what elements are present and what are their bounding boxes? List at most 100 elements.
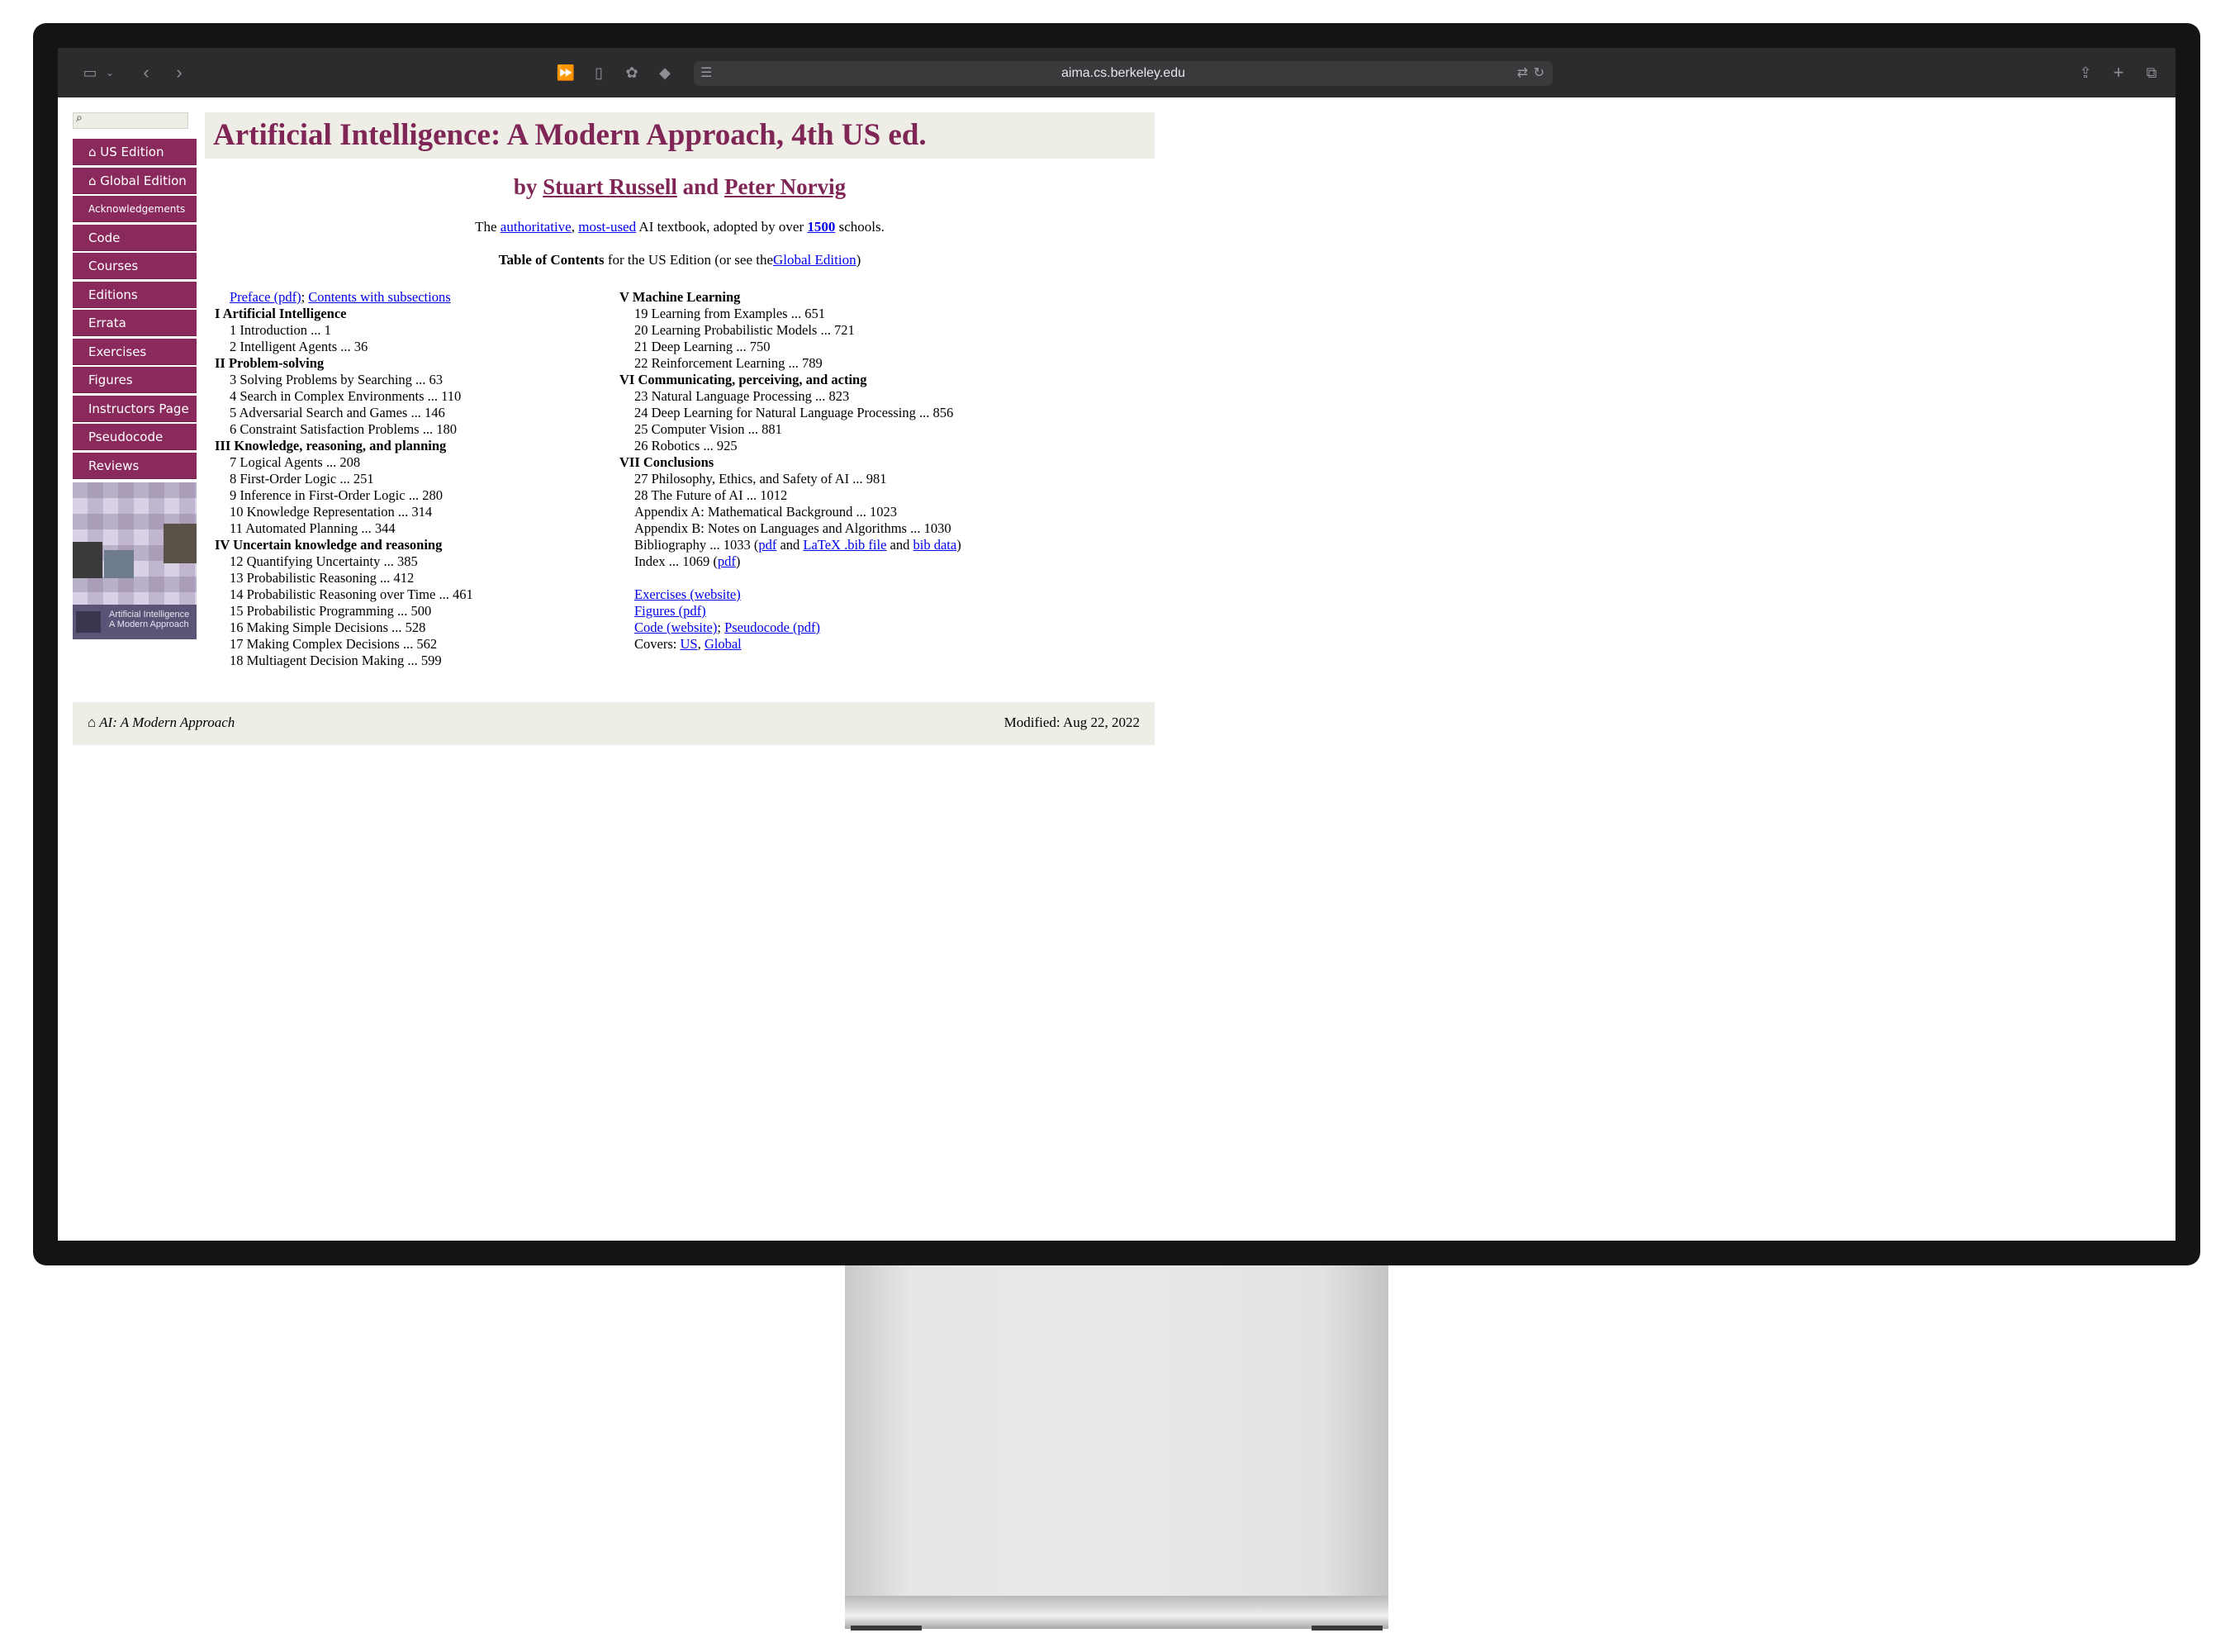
separator: ; bbox=[717, 620, 721, 635]
separator: ; bbox=[301, 289, 306, 305]
byline-and: and bbox=[682, 174, 719, 199]
toc-chapter-row: 3 Solving Problems by Searching ... 63 bbox=[230, 372, 444, 387]
toc-heading-bold: Table of Contents bbox=[498, 252, 605, 268]
sidebar-item-figures[interactable]: Figures bbox=[73, 367, 197, 393]
bib-file-link[interactable]: LaTeX .bib file bbox=[803, 537, 886, 553]
sidebar-item-exercises[interactable]: Exercises bbox=[73, 338, 197, 365]
cover-portrait bbox=[164, 524, 197, 563]
pseudocode-pdf-link[interactable]: Pseudocode (pdf) bbox=[724, 620, 820, 635]
covers-label: Covers: bbox=[634, 636, 677, 652]
sidebar-item-editions[interactable]: Editions bbox=[73, 281, 197, 308]
cover-global-link[interactable]: Global bbox=[705, 636, 742, 652]
chevron-left-icon[interactable]: ‹ bbox=[134, 60, 159, 85]
search-box[interactable]: ⌕ bbox=[73, 112, 188, 129]
bib-data-link[interactable]: bib data bbox=[913, 537, 957, 553]
bibliography-text: Bibliography ... 1033 ( bbox=[634, 537, 759, 553]
footer-home-link[interactable]: ⌂ AI: A Modern Approach bbox=[88, 714, 235, 731]
page-icon[interactable]: ▯ bbox=[586, 60, 611, 85]
code-row: Code (website); Pseudocode (pdf) bbox=[619, 620, 961, 636]
sidebar-item-code[interactable]: Code bbox=[73, 224, 197, 251]
sidebar-item-instructors-page[interactable]: Instructors Page bbox=[73, 395, 197, 422]
sidebar-item-us-edition[interactable]: ⌂ US Edition bbox=[73, 139, 197, 165]
toc-part-heading: I Artificial Intelligence bbox=[215, 306, 347, 321]
url-text[interactable]: aima.cs.berkeley.edu bbox=[694, 61, 1553, 86]
toc-chapter-row: 17 Making Complex Decisions ... 562 bbox=[230, 636, 438, 652]
toc-chapter-row: 16 Making Simple Decisions ... 528 bbox=[230, 620, 426, 635]
toc-chapter-row: 26 Robotics ... 925 bbox=[634, 438, 738, 453]
paren-end: ) bbox=[735, 553, 741, 569]
tagline: The authoritative, most-used AI textbook… bbox=[205, 219, 1155, 235]
shield-icon[interactable]: ◆ bbox=[652, 60, 677, 85]
preface-link[interactable]: Preface (pdf) bbox=[230, 289, 301, 305]
toc-chapter-row: 24 Deep Learning for Natural Language Pr… bbox=[634, 405, 954, 420]
paren-end: ) bbox=[956, 537, 961, 553]
toc-right-column: V Machine Learning 19 Learning from Examp… bbox=[619, 289, 961, 653]
toc-chapter-row: 22 Reinforcement Learning ... 789 bbox=[634, 355, 823, 371]
plus-icon[interactable]: + bbox=[2106, 60, 2131, 85]
contents-subsections-link[interactable]: Contents with subsections bbox=[308, 289, 450, 305]
comma: , bbox=[697, 636, 701, 652]
toc-chapter-row: 4 Search in Complex Environments ... 110 bbox=[230, 388, 462, 404]
sidebar-item-pseudocode[interactable]: Pseudocode bbox=[73, 424, 197, 450]
toc-chapter-row: 14 Probabilistic Reasoning over Time ...… bbox=[230, 586, 473, 602]
toc-row-bibliography: Bibliography ... 1033 (pdf and LaTeX .bi… bbox=[619, 537, 961, 553]
toc-chapter-row: 12 Quantifying Uncertainty ... 385 bbox=[230, 553, 418, 569]
cover-title-text: Artificial Intelligence A Modern Approac… bbox=[109, 610, 190, 629]
translate-icon[interactable]: ⇄ bbox=[1517, 61, 1528, 86]
sidebar-item-reviews[interactable]: Reviews bbox=[73, 452, 197, 479]
toc-part-heading: VI Communicating, perceiving, and acting bbox=[619, 372, 867, 387]
sidebar-nav: ⌂ US Edition ⌂ Global Edition Acknowledg… bbox=[73, 139, 197, 481]
toc-chapter-row: 25 Computer Vision ... 881 bbox=[634, 421, 782, 437]
cover-portrait bbox=[73, 542, 102, 578]
toc-chapter-row: 9 Inference in First-Order Logic ... 280 bbox=[230, 487, 443, 503]
toc-chapter-row: 15 Probabilistic Programming ... 500 bbox=[230, 603, 432, 619]
extension-icon[interactable]: ✿ bbox=[619, 60, 644, 85]
toc-chapter-row: 19 Learning from Examples ... 651 bbox=[634, 306, 825, 321]
toc-chapter-row: 1 Introduction ... 1 bbox=[230, 322, 331, 338]
toc-part-heading: IV Uncertain knowledge and reasoning bbox=[215, 537, 443, 553]
author-link-russell[interactable]: Stuart Russell bbox=[543, 174, 677, 199]
address-bar[interactable]: ☰ aima.cs.berkeley.edu ⇄ ↻ bbox=[694, 61, 1553, 86]
share-icon[interactable]: ⇪ bbox=[2073, 60, 2098, 85]
figures-pdf-link[interactable]: Figures (pdf) bbox=[634, 603, 706, 619]
toc-heading-mid: for the US Edition (or see the bbox=[607, 252, 774, 268]
cover-portrait bbox=[104, 550, 134, 578]
exercises-website-link[interactable]: Exercises (website) bbox=[634, 586, 741, 602]
cover-us-link[interactable]: US bbox=[680, 636, 697, 652]
title-box: Artificial Intelligence: A Modern Approa… bbox=[205, 112, 1155, 159]
modified-date: Modified: Aug 22, 2022 bbox=[1004, 714, 1140, 730]
sidebar-item-courses[interactable]: Courses bbox=[73, 253, 197, 279]
toc-chapter-row: Appendix B: Notes on Languages and Algor… bbox=[634, 520, 951, 536]
browser-toolbar: ▭ ⌄ ‹ › ⏩ ▯ ✿ ◆ ☰ aima.cs.berkeley.edu ⇄… bbox=[58, 48, 2175, 97]
web-page: ⌕ ⌂ US Edition ⌂ Global Edition Acknowle… bbox=[58, 97, 2175, 1241]
and-text: and bbox=[780, 537, 800, 553]
tagline-comma: , bbox=[571, 219, 575, 235]
bibliography-pdf-link[interactable]: pdf bbox=[758, 537, 776, 553]
sidebar-item-acknowledgements[interactable]: Acknowledgements bbox=[73, 196, 197, 222]
page-footer: ⌂ AI: A Modern Approach Modified: Aug 22… bbox=[73, 702, 1155, 745]
tabs-icon[interactable]: ⧉ bbox=[2139, 60, 2164, 85]
chevron-down-icon[interactable]: ⌄ bbox=[97, 60, 122, 85]
chevron-right-icon[interactable]: › bbox=[167, 60, 192, 85]
code-website-link[interactable]: Code (website) bbox=[634, 620, 717, 635]
book-cover-image[interactable]: Artificial Intelligence A Modern Approac… bbox=[73, 482, 197, 639]
screen: ▭ ⌄ ‹ › ⏩ ▯ ✿ ◆ ☰ aima.cs.berkeley.edu ⇄… bbox=[58, 48, 2175, 1241]
search-input[interactable] bbox=[88, 114, 186, 127]
tagline-mid: AI textbook, adopted by over bbox=[638, 219, 804, 235]
toc-part-heading: V Machine Learning bbox=[619, 289, 741, 305]
toc-heading-end: ) bbox=[856, 252, 861, 268]
cover-author-tag bbox=[76, 611, 101, 633]
toc-chapter-row: 10 Knowledge Representation ... 314 bbox=[230, 504, 433, 520]
most-used-link[interactable]: most-used bbox=[578, 219, 636, 235]
and-text: and bbox=[890, 537, 910, 553]
index-pdf-link[interactable]: pdf bbox=[718, 553, 736, 569]
global-edition-link[interactable]: Global Edition bbox=[773, 252, 856, 268]
authoritative-link[interactable]: authoritative bbox=[501, 219, 572, 235]
author-link-norvig[interactable]: Peter Norvig bbox=[724, 174, 846, 199]
reload-icon[interactable]: ↻ bbox=[1534, 61, 1544, 86]
sidebar-item-errata[interactable]: Errata bbox=[73, 310, 197, 336]
search-icon: ⌕ bbox=[76, 112, 83, 125]
adoptions-count-link[interactable]: 1500 bbox=[807, 219, 835, 235]
reader-icon[interactable]: ⏩ bbox=[553, 60, 578, 85]
sidebar-item-global-edition[interactable]: ⌂ Global Edition bbox=[73, 167, 197, 194]
